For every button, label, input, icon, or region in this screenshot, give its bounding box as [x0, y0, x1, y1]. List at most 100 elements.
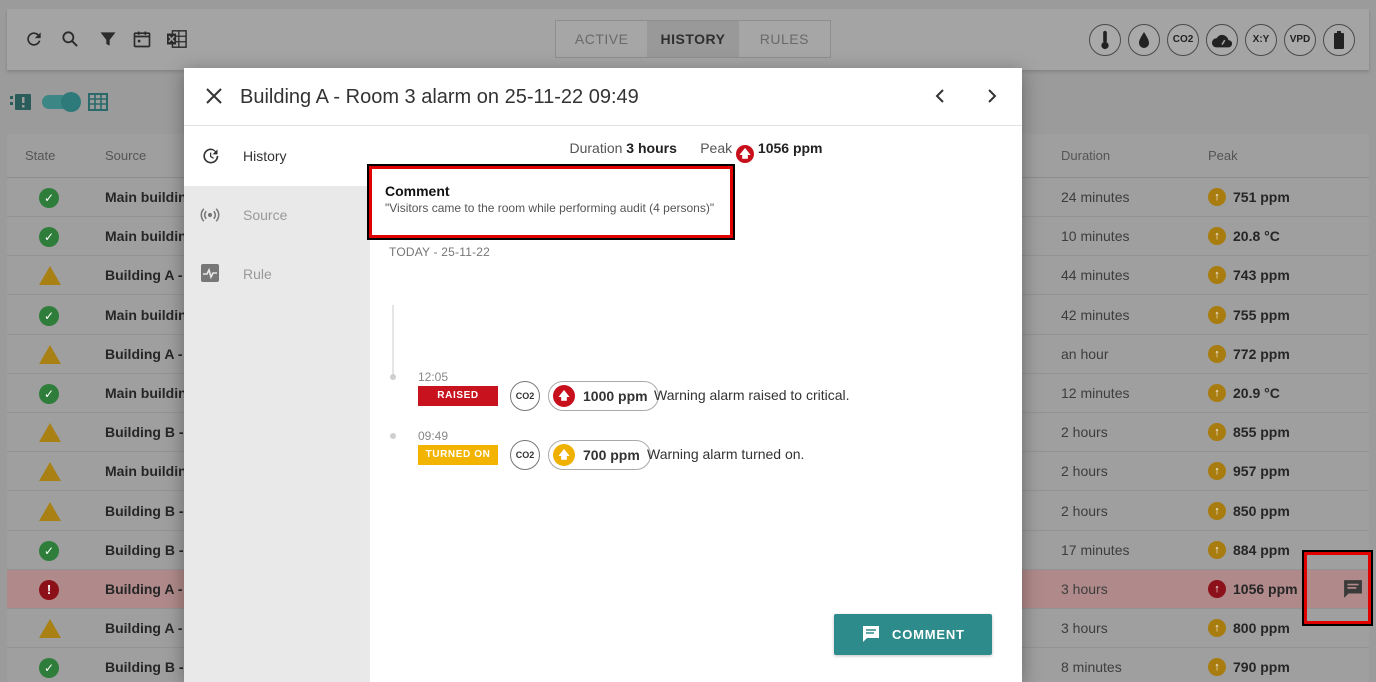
- tab-active[interactable]: ACTIVE: [556, 21, 647, 57]
- warning-icon: [39, 423, 61, 443]
- row-peak: ↑ 884 ppm: [1208, 540, 1290, 559]
- row-peak-value: 20.9 °C: [1233, 385, 1280, 401]
- humidity-icon[interactable]: [1128, 24, 1160, 56]
- row-source: Main building: [105, 385, 185, 401]
- row-duration: 2 hours: [1061, 463, 1108, 480]
- row-peak-value: 800 ppm: [1233, 620, 1290, 637]
- warning-icon: [39, 501, 61, 521]
- sidebar-item-rule[interactable]: Rule: [184, 245, 370, 304]
- event-time: 12:05: [418, 370, 449, 384]
- chevron-left-icon[interactable]: [930, 86, 950, 108]
- duration-label: Duration: [569, 140, 623, 156]
- dialog-sidebar: History Source Rule: [184, 127, 370, 682]
- header-duration: Duration: [1061, 148, 1111, 163]
- check-circle-icon: ✓: [39, 540, 59, 561]
- comment-highlight-frame: [1302, 550, 1373, 626]
- row-source: Main building: [105, 463, 185, 480]
- row-duration: 10 minutes: [1061, 228, 1130, 245]
- row-peak: ↑ 743 ppm: [1208, 266, 1290, 285]
- row-duration: 17 minutes: [1061, 541, 1130, 558]
- row-peak: ↑ 751 ppm: [1208, 188, 1290, 206]
- alarm-list-icon[interactable]: [10, 92, 32, 112]
- grid-view-icon[interactable]: [88, 92, 108, 112]
- sidebar-item-label: Source: [243, 207, 288, 223]
- row-duration: 8 minutes: [1061, 659, 1122, 676]
- row-duration: 24 minutes: [1061, 189, 1130, 205]
- comment-button-label: COMMENT: [892, 627, 965, 642]
- row-peak-value: 755 ppm: [1233, 306, 1290, 323]
- header-state: State: [25, 148, 56, 163]
- row-source: Building A - R: [105, 620, 185, 637]
- vpd-label: VPD: [1289, 34, 1311, 45]
- search-icon[interactable]: [59, 29, 81, 51]
- arrow-up-icon: ↑: [1208, 305, 1226, 324]
- arrow-up-icon: ↑: [1208, 384, 1226, 402]
- row-peak-value: 850 ppm: [1233, 502, 1290, 519]
- comment-highlight-frame: [367, 164, 735, 240]
- vpd-icon[interactable]: VPD: [1284, 24, 1316, 56]
- co2-label: CO2: [1172, 34, 1194, 45]
- co2-icon: CO2: [510, 381, 540, 411]
- arrow-up-icon: ↑: [1208, 462, 1226, 481]
- check-circle-icon: ✓: [39, 227, 59, 248]
- timeline-dot: [390, 433, 396, 439]
- temperature-icon[interactable]: [1089, 24, 1121, 56]
- row-source: Building A - R: [105, 345, 185, 362]
- history-icon: [200, 146, 220, 166]
- rule-icon: [200, 264, 220, 284]
- close-icon[interactable]: [204, 87, 224, 107]
- comment-button[interactable]: COMMENT: [834, 614, 992, 655]
- row-peak: ↑ 20.8 °C: [1208, 227, 1280, 246]
- row-source: Main building: [105, 228, 185, 245]
- row-peak-value: 743 ppm: [1233, 267, 1290, 284]
- warning-icon: [39, 266, 61, 286]
- toolbar: ACTIVE HISTORY RULES CO2 X:Y VPD: [7, 9, 1369, 70]
- refresh-icon[interactable]: [23, 29, 45, 51]
- view-toggle[interactable]: [42, 92, 81, 112]
- view-tabs: ACTIVE HISTORY RULES: [555, 20, 831, 58]
- row-peak-value: 772 ppm: [1233, 345, 1290, 362]
- header-peak: Peak: [1208, 148, 1238, 163]
- sidebar-item-label: Rule: [243, 266, 272, 282]
- calendar-icon[interactable]: [131, 29, 153, 51]
- event-description: Warning alarm turned on.: [647, 446, 805, 462]
- row-peak-value: 884 ppm: [1233, 541, 1290, 558]
- row-duration: 3 hours: [1061, 581, 1108, 597]
- timeline-day-label: TODAY - 25-11-22: [389, 245, 491, 259]
- co2-icon[interactable]: CO2: [1167, 24, 1199, 56]
- row-peak: ↑ 790 ppm: [1208, 658, 1290, 677]
- event-value-chip: 🡅 1000 ppm: [548, 381, 659, 411]
- row-peak-value: 957 ppm: [1233, 463, 1290, 480]
- arrow-up-icon: ↑: [1208, 540, 1226, 559]
- tab-history[interactable]: HISTORY: [647, 21, 739, 57]
- check-circle-icon: ✓: [39, 384, 59, 404]
- alarm-detail-dialog: Building A - Room 3 alarm on 25-11-22 09…: [184, 68, 1022, 682]
- arrow-up-icon: 🡅: [736, 145, 755, 163]
- row-peak: ↑ 850 ppm: [1208, 501, 1290, 520]
- sidebar-item-source[interactable]: Source: [184, 186, 370, 245]
- arrow-up-icon: ↑: [1208, 188, 1226, 206]
- peak-label: Peak: [700, 140, 733, 156]
- warning-icon: [39, 462, 61, 482]
- row-source: Building B - R: [105, 541, 185, 558]
- filter-icon[interactable]: [97, 29, 119, 51]
- tab-rules[interactable]: RULES: [739, 21, 830, 57]
- row-duration: 44 minutes: [1061, 267, 1130, 284]
- xy-icon[interactable]: X:Y: [1245, 24, 1277, 56]
- arrow-up-icon: ↑: [1208, 266, 1226, 285]
- row-source: Main building: [105, 306, 185, 323]
- row-duration: 42 minutes: [1061, 306, 1130, 323]
- header-source: Source: [105, 148, 147, 163]
- battery-icon[interactable]: [1323, 24, 1355, 56]
- sidebar-item-history[interactable]: History: [184, 127, 370, 186]
- cloud-speed-icon[interactable]: [1206, 24, 1238, 56]
- check-circle-icon: ✓: [39, 658, 59, 679]
- error-icon: !: [39, 580, 59, 600]
- source-icon: [200, 205, 220, 225]
- row-duration: 2 hours: [1061, 424, 1108, 441]
- chevron-right-icon[interactable]: [982, 86, 1002, 108]
- comment-icon: [862, 625, 880, 643]
- sidebar-item-label: History: [243, 148, 287, 164]
- arrow-up-icon: ↑: [1208, 619, 1226, 638]
- excel-export-icon[interactable]: [166, 29, 188, 51]
